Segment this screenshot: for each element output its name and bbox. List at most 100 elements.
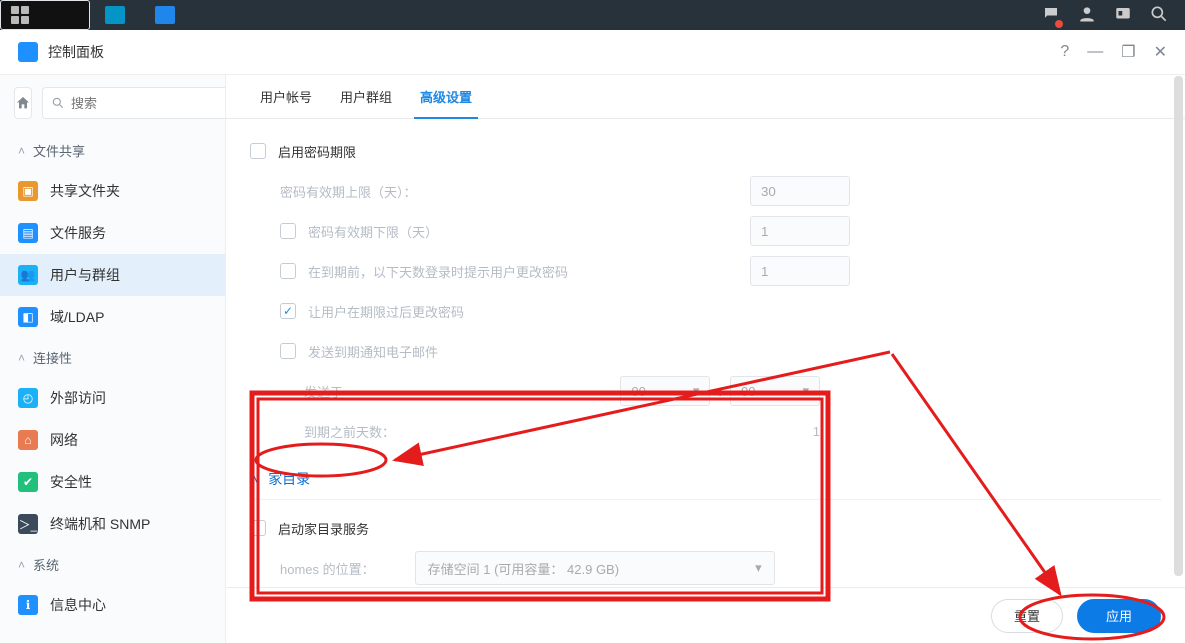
section-title: 家目录 — [268, 469, 310, 489]
chevron-down-icon: ▾ — [802, 383, 809, 399]
search-input-wrap[interactable] — [42, 87, 226, 119]
cat-file-sharing[interactable]: ˄ 文件共享 — [0, 131, 225, 170]
globe-icon: ◴ — [18, 388, 38, 408]
cat-label: 连接性 — [33, 348, 72, 367]
checkbox-warn-days — [280, 263, 296, 279]
tab-advanced[interactable]: 高级设置 — [406, 75, 486, 118]
input-pwd-min-days — [750, 216, 850, 246]
sidebar: ˄ 文件共享 ▣ 共享文件夹 ▤ 文件服务 👥 用户与群组 ◧ 域/LDAP ˄… — [0, 75, 226, 643]
cat-connectivity[interactable]: ˄ 连接性 — [0, 338, 225, 377]
search-icon[interactable] — [1149, 4, 1169, 27]
chevron-down-icon: ▾ — [755, 560, 762, 576]
sidebar-item-domain-ldap[interactable]: ◧ 域/LDAP — [0, 296, 225, 338]
label-warn-days: 在到期前，以下天数登录时提示用户更改密码 — [308, 262, 568, 281]
bottom-bar: 重置 应用 — [226, 587, 1185, 643]
content: ˄ 文件共享 ▣ 共享文件夹 ▤ 文件服务 👥 用户与群组 ◧ 域/LDAP ˄… — [0, 75, 1185, 643]
select-homes-location: 存储空间 1 (可用容量： 42.9 GB) ▾ — [415, 551, 775, 585]
taskbar-left — [0, 0, 190, 30]
chevron-up-icon: ˄ — [18, 144, 25, 158]
sidebar-item-file-service[interactable]: ▤ 文件服务 — [0, 212, 225, 254]
input-pwd-max-days — [750, 176, 850, 206]
search-input[interactable] — [71, 96, 226, 111]
cat-system[interactable]: ˄ 系统 — [0, 545, 225, 584]
select-send-hour: 00▾ — [620, 376, 710, 406]
info-icon: ℹ — [18, 595, 38, 615]
maximize-button[interactable]: ❐ — [1121, 42, 1135, 62]
folder-icon: ▣ — [18, 181, 38, 201]
home-button[interactable] — [14, 87, 32, 119]
sidebar-item-label: 文件服务 — [50, 223, 106, 243]
label-enable-home-service: 启动家目录服务 — [278, 519, 369, 538]
sidebar-item-label: 终端机和 SNMP — [50, 514, 150, 534]
widgets-icon[interactable] — [1113, 5, 1133, 26]
homes-location-value: 存储空间 1 (可用容量： 42.9 GB) — [428, 559, 619, 578]
sidebar-item-security[interactable]: ✔ 安全性 — [0, 461, 225, 503]
taskbar-app-2[interactable] — [140, 0, 190, 30]
checkbox-enable-password-expire[interactable] — [250, 143, 266, 159]
terminal-icon: ＞_ — [18, 514, 38, 534]
minimize-button[interactable]: — — [1087, 43, 1103, 61]
sidebar-item-shared-folder[interactable]: ▣ 共享文件夹 — [0, 170, 225, 212]
tab-user-account[interactable]: 用户帐号 — [246, 75, 326, 118]
taskbar-apps-button[interactable] — [0, 0, 90, 30]
label-allow-change-after: 让用户在期限过后更改密码 — [308, 302, 464, 321]
text-days-before-val: 1 — [395, 424, 820, 439]
label-enable-password-expire: 启用密码期限 — [278, 142, 356, 161]
checkbox-enable-home-service[interactable] — [250, 520, 266, 536]
sidebar-item-label: 共享文件夹 — [50, 181, 120, 201]
label-send-email: 发送到期通知电子邮件 — [308, 342, 438, 361]
taskbar-app-1[interactable] — [90, 0, 140, 30]
reset-button[interactable]: 重置 — [991, 599, 1063, 633]
apps-icon — [11, 6, 31, 24]
label-pwd-min-days: 密码有效期下限（天） — [308, 222, 438, 241]
tab-user-group[interactable]: 用户群组 — [326, 75, 406, 118]
sidebar-item-network[interactable]: ⌂ 网络 — [0, 419, 225, 461]
sidebar-item-info-center[interactable]: ℹ 信息中心 — [0, 584, 225, 626]
help-button[interactable]: ? — [1060, 43, 1069, 61]
section-home-directory[interactable]: ˄ 家目录 — [250, 463, 1161, 500]
sidebar-item-label: 网络 — [50, 430, 78, 450]
chevron-up-icon: ˄ — [18, 558, 25, 572]
sidebar-item-label: 域/LDAP — [50, 307, 104, 327]
label-homes-location: homes 的位置： — [280, 559, 375, 578]
window-title: 控制面板 — [48, 42, 104, 62]
sidebar-item-label: 信息中心 — [50, 595, 106, 615]
input-warn-days — [750, 256, 850, 286]
chevron-up-icon: ˄ — [18, 351, 25, 365]
window-title-bar: 控制面板 ? — ❐ ✕ — [0, 30, 1185, 75]
scrollbar[interactable] — [1174, 76, 1183, 576]
shield-icon: ✔ — [18, 472, 38, 492]
chevron-up-icon: ˄ — [250, 471, 258, 487]
app-icon — [155, 6, 175, 24]
app-icon — [18, 42, 38, 62]
select-send-minute: 00▾ — [730, 376, 820, 406]
user-icon[interactable] — [1077, 4, 1097, 27]
file-service-icon: ▤ — [18, 223, 38, 243]
checkbox-pwd-min-days — [280, 223, 296, 239]
sidebar-item-terminal-snmp[interactable]: ＞_ 终端机和 SNMP — [0, 503, 225, 545]
label-days-before: 到期之前天数： — [304, 422, 395, 441]
taskbar-right — [1041, 4, 1185, 27]
cat-label: 文件共享 — [33, 141, 85, 160]
label-send-at: 发送于 — [304, 382, 343, 401]
sidebar-item-label: 安全性 — [50, 472, 92, 492]
chevron-down-icon: ▾ — [693, 383, 700, 399]
apply-button[interactable]: 应用 — [1077, 599, 1161, 633]
main: 用户帐号 用户群组 高级设置 启用密码期限 密码有效期上限（天）： 密码有效期下… — [226, 75, 1185, 643]
cat-label: 系统 — [33, 555, 59, 574]
chat-icon[interactable] — [1041, 5, 1061, 26]
sidebar-item-external-access[interactable]: ◴ 外部访问 — [0, 377, 225, 419]
tabs: 用户帐号 用户群组 高级设置 — [226, 75, 1185, 119]
download-icon — [105, 6, 125, 24]
sidebar-item-label: 用户与群组 — [50, 265, 120, 285]
form-area: 启用密码期限 密码有效期上限（天）： 密码有效期下限（天） 在到期前，以下天数登… — [226, 119, 1185, 587]
taskbar — [0, 0, 1185, 30]
search-icon — [51, 96, 65, 110]
close-button[interactable]: ✕ — [1154, 42, 1167, 62]
network-icon: ⌂ — [18, 430, 38, 450]
label-pwd-max-days: 密码有效期上限（天）： — [280, 182, 417, 201]
ldap-icon: ◧ — [18, 307, 38, 327]
users-icon: 👥 — [18, 265, 38, 285]
checkbox-send-email — [280, 343, 296, 359]
sidebar-item-user-group[interactable]: 👥 用户与群组 — [0, 254, 225, 296]
